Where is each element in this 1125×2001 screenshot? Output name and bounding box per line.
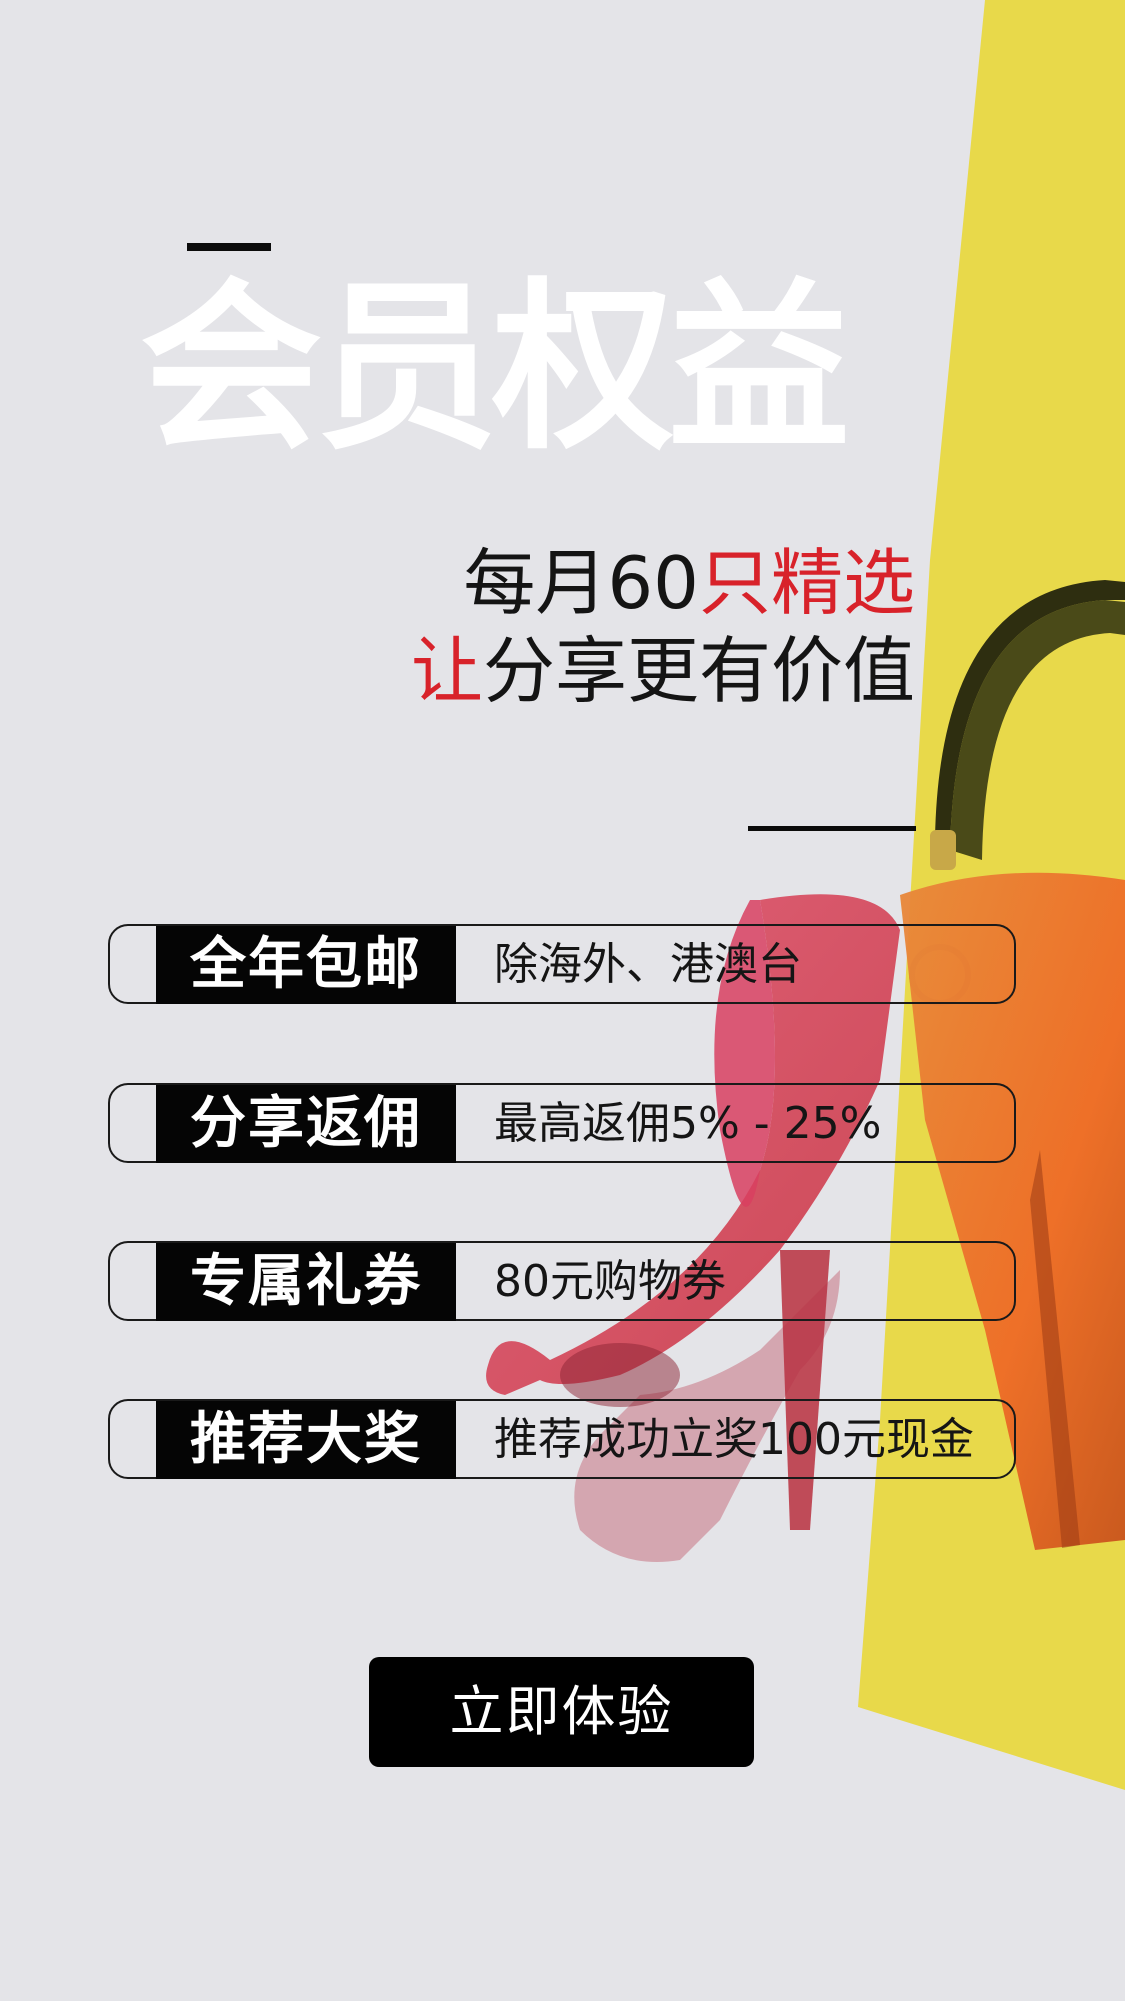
subtitle-line-1-plain: 每月60 [463, 541, 699, 625]
page-title: 会员权益 [140, 262, 850, 474]
benefit-exclusive-coupon: 专属礼券 80元购物券 [108, 1241, 1016, 1321]
try-now-button[interactable]: 立即体验 [369, 1657, 754, 1767]
benefit-description: 80元购物券 [494, 1256, 726, 1307]
benefit-description: 除海外、港澳台 [494, 939, 802, 990]
benefit-share-commission: 分享返佣 最高返佣5% - 25% [108, 1083, 1016, 1163]
benefit-label: 全年包邮 [156, 926, 456, 1004]
membership-page: 会员权益 每月60只精选 让分享更有价值 全年包邮 除海外、港澳台 分享返佣 最… [0, 0, 1125, 2001]
benefit-free-shipping: 全年包邮 除海外、港澳台 [108, 924, 1016, 1004]
benefit-description: 最高返佣5% - 25% [494, 1098, 882, 1149]
subtitle-line-1-highlight: 只精选 [698, 541, 915, 625]
benefit-label: 专属礼券 [156, 1243, 456, 1321]
benefit-referral-reward: 推荐大奖 推荐成功立奖100元现金 [108, 1399, 1016, 1479]
subtitle-line-2-plain: 分享更有价值 [482, 629, 915, 713]
benefit-label: 分享返佣 [156, 1085, 456, 1163]
benefit-label: 推荐大奖 [156, 1401, 456, 1479]
subtitle-line-2: 让分享更有价值 [411, 628, 915, 714]
subtitle-line-1: 每月60只精选 [463, 540, 915, 626]
subtitle-line-2-highlight: 让 [410, 629, 483, 713]
benefit-description: 推荐成功立奖100元现金 [494, 1414, 974, 1465]
subtitle-divider [748, 826, 916, 831]
title-accent-dash [187, 243, 271, 251]
